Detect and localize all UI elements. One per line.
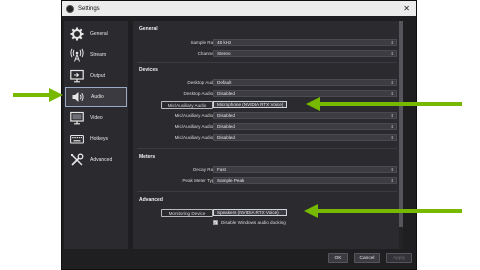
sample-rate-select[interactable]: 48 kHz ⇕ [213,39,397,46]
keyboard-icon [69,132,85,146]
desktop-audio-value: Default [217,80,232,85]
display-icon [69,111,85,125]
sidebar-item-audio[interactable]: Audio [65,87,127,107]
mic-aux-audio-3-value: Disabled [217,124,235,129]
section-title-devices: Devices [139,67,158,73]
gear-icon [69,27,85,41]
desktop-audio-select[interactable]: Default ⇕ [213,79,397,86]
desktop-audio-2-select[interactable]: Disabled ⇕ [213,90,397,97]
mic-aux-audio-3-label: Mic/Auxiliary Audio 3 [174,124,217,129]
peak-meter-type-label: Peak Meter Type [182,178,217,183]
spin-arrows-icon: ⇕ [390,124,394,129]
spin-arrows-icon: ⇕ [390,80,394,85]
section-divider [137,148,397,149]
mic-aux-audio-2-select[interactable]: Disabled ⇕ [213,112,397,119]
sample-rate-label: Sample Rate [190,40,217,45]
section-title-general: General [139,26,158,32]
sidebar-item-label: Audio [91,94,104,100]
apply-button[interactable]: Apply [386,253,412,263]
spin-arrows-icon: ⇕ [390,91,394,96]
broadcast-antenna-icon [69,48,85,62]
channels-value: Stereo [217,51,231,56]
mic-aux-audio-select[interactable]: Microphone (NVIDIA RTX Voice) [213,101,287,108]
arrow-audio-annotation [13,88,63,102]
spin-arrows-icon: ⇕ [390,135,394,140]
spin-arrows-icon: ⇕ [390,51,394,56]
mic-aux-audio-value: Microphone (NVIDIA RTX Voice) [217,102,284,107]
sidebar-item-label: Stream [90,52,107,58]
channels-select[interactable]: Stereo ⇕ [213,50,397,57]
monitoring-device-select[interactable]: Speakers (NVIDIA RTX Voice) [213,209,287,216]
monitor-output-icon [69,69,85,83]
window-title: Settings [78,5,100,12]
sidebar-item-label: Video [90,115,103,121]
mic-aux-audio-2-label: Mic/Auxiliary Audio 2 [174,113,217,118]
mic-aux-audio-label: Mic/Auxiliary Audio [161,101,213,109]
speaker-icon [70,90,86,104]
title-bar: Settings ✕ [62,1,416,16]
decay-rate-value: Fast [217,167,226,172]
sidebar-item-label: Output [90,73,106,79]
ducking-checkbox-row[interactable]: ✓ Disable Windows audio ducking [213,220,286,225]
section-divider [137,62,397,63]
channels-label: Channels [197,51,217,56]
monitoring-device-value: Speakers (NVIDIA RTX Voice) [217,210,279,215]
mic-aux-audio-4-label: Mic/Auxiliary Audio 4 [174,135,217,140]
cancel-button[interactable]: Cancel [354,253,380,263]
section-title-advanced: Advanced [139,197,163,203]
spin-arrows-icon: ⇕ [390,178,394,183]
section-divider [137,191,397,192]
peak-meter-type-value: Sample Peak [217,178,245,183]
ducking-checkbox[interactable]: ✓ [213,220,218,225]
ducking-label: Disable Windows audio ducking [221,220,286,225]
arrow-monitoring-annotation [304,204,462,218]
arrow-mic-annotation [306,97,462,111]
close-icon[interactable]: ✕ [403,4,410,13]
mic-aux-audio-4-select[interactable]: Disabled ⇕ [213,134,397,141]
sidebar-item-label: Hotkeys [90,136,109,142]
spin-arrows-icon: ⇕ [390,40,394,45]
spin-arrows-icon: ⇕ [390,167,394,172]
tools-icon [69,153,85,167]
desktop-audio-2-label: Desktop Audio 2 [183,91,217,96]
settings-window: Settings ✕ General Stream Output Audio V… [61,0,417,270]
mic-aux-audio-2-value: Disabled [217,113,235,118]
sidebar-item-label: General [90,31,108,37]
spin-arrows-icon: ⇕ [390,113,394,118]
monitoring-device-label: Monitoring Device [161,209,213,217]
desktop-audio-2-value: Disabled [217,91,235,96]
screen-background: Settings ✕ General Stream Output Audio V… [0,0,480,270]
peak-meter-type-select[interactable]: Sample Peak ⇕ [213,177,397,184]
mic-aux-audio-4-value: Disabled [217,135,235,140]
desktop-audio-label: Desktop Audio [187,80,217,85]
obs-app-icon [66,4,74,13]
mic-aux-audio-3-select[interactable]: Disabled ⇕ [213,123,397,130]
decay-rate-label: Decay Rate [192,167,217,172]
sample-rate-value: 48 kHz [217,40,232,45]
scrollbar-thumb[interactable] [399,21,403,227]
section-title-meters: Meters [139,154,156,160]
decay-rate-select[interactable]: Fast ⇕ [213,166,397,173]
ok-button[interactable]: OK [328,253,348,263]
sidebar-item-label: Advanced [90,157,113,163]
